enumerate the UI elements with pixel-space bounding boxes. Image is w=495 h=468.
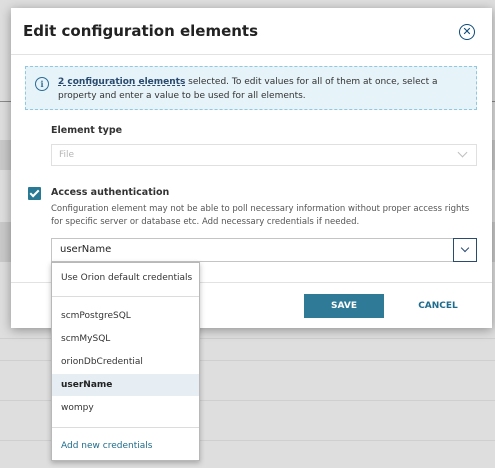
info-banner: i 2 configuration elements selected. To …	[25, 66, 477, 110]
save-button[interactable]: SAVE	[304, 294, 384, 318]
element-type-value: File	[59, 150, 75, 160]
chevron-down-icon	[457, 147, 468, 158]
dropdown-option[interactable]: wompy	[52, 397, 199, 419]
cancel-button[interactable]: CANCEL	[406, 294, 470, 318]
dropdown-option-default-credentials[interactable]: Use Orion default credentials	[52, 267, 199, 289]
add-new-credentials-link[interactable]: Add new credentials	[52, 435, 199, 457]
access-authentication-checkbox[interactable]	[28, 187, 41, 200]
info-icon: i	[35, 77, 49, 91]
title-divider	[11, 54, 492, 55]
dropdown-option-selected[interactable]: userName	[52, 374, 199, 396]
element-type-select: File	[51, 144, 477, 166]
selected-elements-link[interactable]: 2 configuration elements	[58, 77, 185, 87]
access-authentication-label: Access authentication	[51, 187, 170, 198]
dropdown-option[interactable]: scmMySQL	[52, 328, 199, 350]
dropdown-divider	[52, 427, 199, 428]
credentials-select[interactable]: userName	[51, 238, 477, 262]
close-icon[interactable]: ✕	[459, 24, 475, 40]
chevron-down-icon[interactable]	[453, 238, 477, 262]
dialog-title: Edit configuration elements	[23, 22, 259, 40]
dropdown-option[interactable]: scmPostgreSQL	[52, 305, 199, 327]
access-authentication-description: Configuration element may not be able to…	[51, 204, 470, 227]
credentials-dropdown-list: Use Orion default credentials scmPostgre…	[51, 262, 200, 461]
info-text: 2 configuration elements selected. To ed…	[58, 75, 468, 103]
dropdown-option[interactable]: orionDbCredential	[52, 351, 199, 373]
dropdown-divider	[52, 296, 199, 297]
element-type-label: Element type	[51, 125, 123, 136]
credentials-select-value: userName	[60, 244, 112, 255]
